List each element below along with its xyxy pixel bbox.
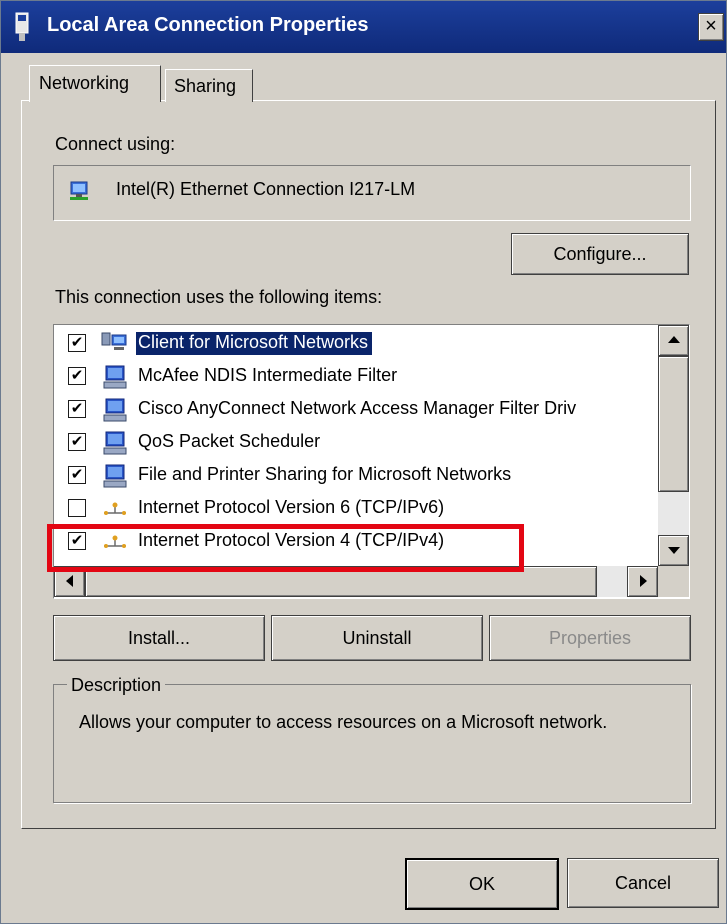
arrow-left-icon (65, 575, 73, 587)
tab-networking-label: Networking (39, 73, 130, 93)
ok-button[interactable]: OK (405, 858, 559, 910)
network-service-icon (103, 365, 127, 389)
scrollbar-corner (658, 566, 689, 597)
item-checkbox[interactable]: ✔ (68, 367, 86, 385)
item-checkbox[interactable]: ✔ (68, 466, 86, 484)
ipv4-highlight-box (47, 524, 524, 572)
item-checkbox[interactable]: ✔ (68, 334, 86, 352)
tab-networking[interactable]: Networking (29, 65, 161, 102)
network-adapter-icon (15, 12, 29, 41)
list-item[interactable]: ✔ Cisco AnyConnect Network Access Manage… (54, 394, 659, 427)
arrow-up-icon (667, 336, 680, 343)
item-checkbox[interactable] (68, 499, 86, 517)
description-group (53, 684, 691, 803)
protocol-icon (104, 502, 126, 515)
network-client-icon (101, 332, 127, 350)
arrow-right-icon (639, 575, 647, 587)
description-text: Allows your computer to access resources… (79, 712, 608, 732)
tab-sharing-label: Sharing (174, 76, 237, 96)
ethernet-adapter-icon (70, 181, 88, 200)
window-title: Local Area Connection Properties (47, 14, 369, 36)
description-title: Description (67, 675, 166, 696)
item-label: Client for Microsoft Networks (136, 332, 373, 355)
arrow-down-icon (667, 547, 680, 554)
uninstall-button[interactable]: Uninstall (271, 615, 483, 661)
item-label: Cisco AnyConnect Network Access Manager … (138, 398, 577, 418)
connect-using-label: Connect using: (55, 134, 176, 154)
network-service-icon (103, 464, 127, 488)
vertical-scrollbar[interactable] (658, 325, 689, 566)
item-label: QoS Packet Scheduler (138, 431, 321, 451)
configure-button[interactable]: Configure... (511, 233, 689, 275)
list-item[interactable]: ✔ McAfee NDIS Intermediate Filter (54, 361, 659, 394)
tab-sharing[interactable]: Sharing (165, 69, 253, 102)
scroll-down-button[interactable] (658, 535, 689, 566)
adapter-name: Intel(R) Ethernet Connection I217-LM (116, 179, 416, 199)
close-button[interactable]: × (698, 13, 724, 41)
list-item[interactable]: ✔ Client for Microsoft Networks (54, 328, 659, 361)
cancel-button[interactable]: Cancel (567, 858, 719, 908)
scroll-right-button[interactable] (627, 566, 658, 597)
item-checkbox[interactable]: ✔ (68, 400, 86, 418)
item-checkbox[interactable]: ✔ (68, 433, 86, 451)
install-button[interactable]: Install... (53, 615, 265, 661)
items-label: This connection uses the following items… (55, 287, 383, 307)
vertical-scroll-thumb[interactable] (658, 356, 689, 492)
item-label: McAfee NDIS Intermediate Filter (138, 365, 398, 385)
network-service-icon (103, 398, 127, 422)
properties-dialog: Local Area Connection Properties × Netwo… (0, 0, 727, 924)
list-item[interactable]: ✔ QoS Packet Scheduler (54, 427, 659, 460)
item-label: File and Printer Sharing for Microsoft N… (138, 464, 512, 484)
list-item[interactable]: ✔ File and Printer Sharing for Microsoft… (54, 460, 659, 493)
item-label: Internet Protocol Version 6 (TCP/IPv6) (138, 497, 445, 517)
scroll-up-button[interactable] (658, 325, 689, 356)
adapter-field: Intel(R) Ethernet Connection I217-LM (53, 165, 691, 221)
network-service-icon (103, 431, 127, 455)
title-bar[interactable]: Local Area Connection Properties × (1, 1, 726, 53)
properties-button[interactable]: Properties (489, 615, 691, 661)
list-item[interactable]: Internet Protocol Version 6 (TCP/IPv6) (54, 493, 659, 526)
